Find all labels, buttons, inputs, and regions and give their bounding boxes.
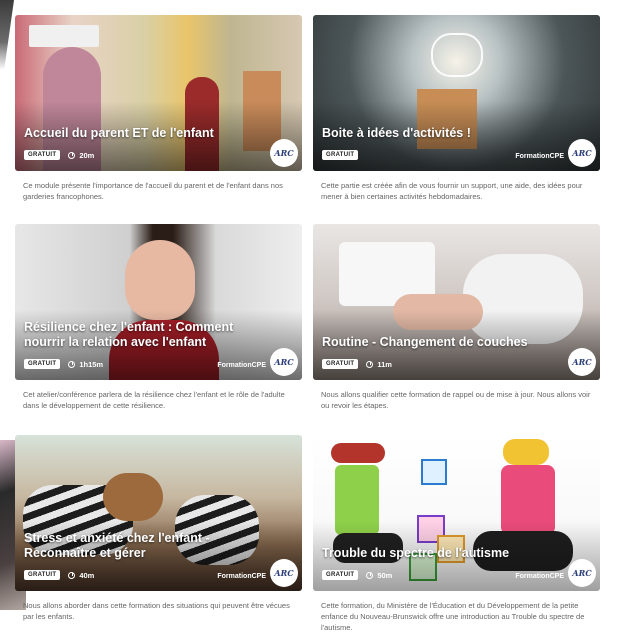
course-thumbnail[interactable]: Boite à idées d'activités ! GRATUIT Form… (313, 15, 600, 171)
duration-text: 20m (79, 150, 95, 160)
brain-icon (431, 33, 483, 77)
clock-icon (366, 571, 374, 579)
sign-image (29, 25, 99, 47)
course-meta: GRATUIT 1h15m (24, 359, 103, 369)
clock-icon (68, 151, 76, 159)
course-description: Ce module présente l'importance de l'acc… (23, 181, 283, 201)
duration: 1h15m (68, 360, 103, 369)
duration-text: 40m (79, 570, 95, 580)
arc-logo-icon: ARC (270, 559, 298, 587)
course-card-boite-a-idees[interactable]: Boite à idées d'activités ! GRATUIT Form… (313, 15, 600, 202)
brand-label: FormationCPE (515, 153, 564, 160)
price-badge: GRATUIT (24, 150, 61, 160)
course-card-stress[interactable]: Stress et anxiété chez l'enfant - Reconn… (15, 435, 302, 622)
duration: 11m (366, 360, 392, 369)
duration: 20m (68, 151, 94, 160)
course-meta: GRATUIT 20m (24, 150, 94, 160)
duration-text: 11m (377, 359, 392, 369)
arc-logo-icon: ARC (568, 139, 596, 167)
course-meta: GRATUIT (322, 150, 359, 160)
arc-logo-icon: ARC (270, 348, 298, 376)
brand-label: FormationCPE (217, 573, 266, 580)
course-meta: GRATUIT 11m (322, 359, 392, 369)
course-thumbnail[interactable]: Trouble du spectre de l'autisme GRATUIT … (313, 435, 600, 591)
hair-image (103, 473, 163, 521)
course-thumbnail[interactable]: Routine - Changement de couches GRATUIT … (313, 224, 600, 380)
hair-image (331, 443, 385, 463)
duration: 50m (366, 571, 392, 580)
hair-image (503, 439, 549, 465)
course-card-resilience[interactable]: Résilience chez l'enfant : Comment nourr… (15, 224, 302, 411)
clock-icon (68, 360, 76, 368)
course-meta: GRATUIT 40m (24, 570, 94, 580)
block-icon (421, 459, 447, 485)
arc-logo-icon: ARC (270, 139, 298, 167)
course-description: Cette partie est créée afin de vous four… (321, 181, 583, 201)
course-description: Nous allons aborder dans cette formation… (23, 601, 290, 621)
duration: 40m (68, 571, 94, 580)
duration-text: 1h15m (79, 359, 104, 369)
arc-logo-icon: ARC (568, 559, 596, 587)
clock-icon (366, 360, 374, 368)
price-badge: GRATUIT (322, 570, 359, 580)
brand-label: FormationCPE (515, 573, 564, 580)
course-card-routine[interactable]: Routine - Changement de couches GRATUIT … (313, 224, 600, 411)
course-description: Nous allons qualifier cette formation de… (321, 390, 591, 410)
course-title[interactable]: Stress et anxiété chez l'enfant - Reconn… (24, 531, 254, 561)
course-thumbnail[interactable]: Accueil du parent ET de l'enfant GRATUIT… (15, 15, 302, 171)
course-description: Cet atelier/conférence parlera de la rés… (23, 390, 285, 410)
course-title[interactable]: Résilience chez l'enfant : Comment nourr… (24, 320, 254, 350)
course-card-accueil[interactable]: Accueil du parent ET de l'enfant GRATUIT… (15, 15, 302, 202)
arc-logo-icon: ARC (568, 348, 596, 376)
price-badge: GRATUIT (24, 570, 61, 580)
partial-image-left-top (0, 0, 14, 70)
course-title[interactable]: Routine - Changement de couches (322, 335, 552, 350)
clock-icon (68, 571, 76, 579)
course-thumbnail[interactable]: Stress et anxiété chez l'enfant - Reconn… (15, 435, 302, 591)
course-title[interactable]: Boite à idées d'activités ! (322, 126, 552, 141)
price-badge: GRATUIT (322, 150, 359, 160)
course-thumbnail[interactable]: Résilience chez l'enfant : Comment nourr… (15, 224, 302, 380)
face-image (125, 240, 195, 320)
course-description: Cette formation, du Ministère de l'Éduca… (321, 601, 585, 632)
brand-label: FormationCPE (217, 362, 266, 369)
course-meta: GRATUIT 50m (322, 570, 392, 580)
duration-text: 50m (377, 570, 393, 580)
course-title[interactable]: Accueil du parent ET de l'enfant (24, 126, 254, 141)
course-title[interactable]: Trouble du spectre de l'autisme (322, 546, 552, 561)
course-card-autisme[interactable]: Trouble du spectre de l'autisme GRATUIT … (313, 435, 600, 633)
price-badge: GRATUIT (24, 359, 61, 369)
price-badge: GRATUIT (322, 359, 359, 369)
